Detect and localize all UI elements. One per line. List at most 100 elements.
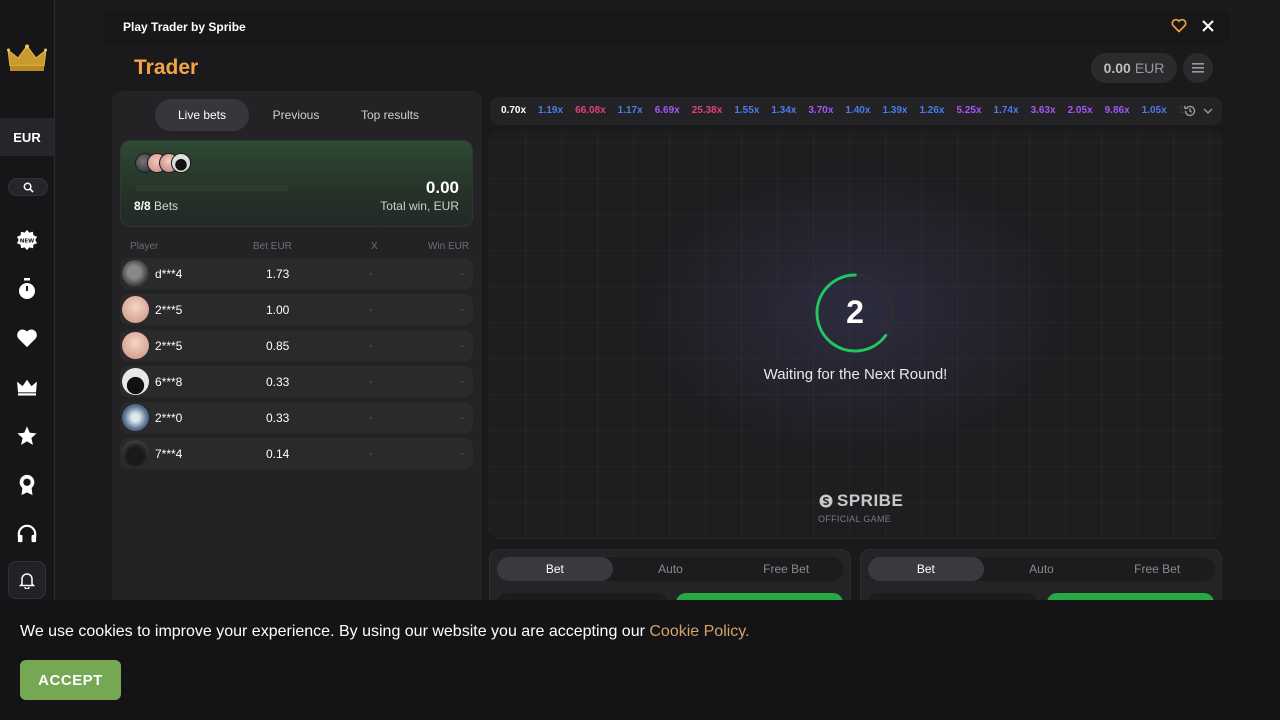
provider-logo: SPRIBE xyxy=(819,491,903,511)
avatar-stack xyxy=(135,153,191,173)
win-amount: - xyxy=(460,266,464,280)
total-win: 0.00 xyxy=(425,178,459,197)
bet-amount: 0.85 xyxy=(266,339,290,353)
search-icon xyxy=(23,182,34,193)
tab-free-bet[interactable]: Free Bet xyxy=(728,557,844,581)
bets-progress-bar xyxy=(135,185,289,191)
countdown-number: 2 xyxy=(846,294,864,330)
player-name: 2***5 xyxy=(155,339,183,353)
sidebar-item-new[interactable]: NEW xyxy=(15,228,39,252)
table-row: 2***5 1.00 - - xyxy=(120,294,473,325)
multiplier-list: 0.70x 1.19x 66.08x 1.17x 6.69x 25.38x 1.55x 1.3… xyxy=(501,105,1216,116)
avatar xyxy=(122,404,149,431)
cookie-policy-link[interactable]: Cookie Policy. xyxy=(649,623,749,640)
bets-table-header: Player Bet EUR X Win EUR xyxy=(120,241,473,253)
tab-bet[interactable]: Bet xyxy=(497,557,613,581)
bet-amount: 0.33 xyxy=(266,375,290,389)
notifications-button[interactable] xyxy=(8,561,46,599)
bet-amount: 1.73 xyxy=(266,267,290,281)
bets-count: 8/8 Bets xyxy=(134,199,178,213)
tab-live-bets[interactable]: Live bets xyxy=(155,99,249,131)
sidebar-item-favorites[interactable] xyxy=(15,326,39,350)
multiplier-chip: 1.74x xyxy=(993,105,1019,116)
col-win: Win EUR xyxy=(428,241,470,252)
multiplier-chip: 9.86x xyxy=(1104,105,1130,116)
history-icon xyxy=(1183,105,1196,117)
multiplier-value: - xyxy=(369,266,373,280)
win-amount: - xyxy=(460,374,464,388)
svg-text:NEW: NEW xyxy=(20,238,34,244)
multiplier-value: - xyxy=(369,302,373,316)
cookie-message: We use cookies to improve your experienc… xyxy=(20,623,645,640)
sidebar-item-support[interactable] xyxy=(15,522,39,546)
multiplier-chip: 5.25x xyxy=(956,105,982,116)
bets-tabs: Live bets Previous Top results xyxy=(155,99,437,131)
tab-free-bet[interactable]: Free Bet xyxy=(1099,557,1215,581)
multiplier-chip: 2.05x xyxy=(1067,105,1093,116)
multiplier-chip: 1.26x xyxy=(919,105,945,116)
chevron-down-icon xyxy=(1203,108,1213,114)
balance-currency: EUR xyxy=(1134,60,1165,76)
col-x: X xyxy=(371,241,378,252)
bet-amount: 0.33 xyxy=(266,411,290,425)
table-row: 2***5 0.85 - - xyxy=(120,330,473,361)
multiplier-value: - xyxy=(369,446,373,460)
multiplier-chip: 3.70x xyxy=(808,105,834,116)
sidebar-item-vip[interactable] xyxy=(15,375,39,399)
new-badge-icon: NEW xyxy=(16,229,38,251)
medal-icon xyxy=(19,474,35,496)
game-area: Trader 0.00 EUR Live bets Previous Top r… xyxy=(103,44,1230,610)
bet-tabs: Bet Auto Free Bet xyxy=(497,557,844,581)
balance-amount: 0.00 xyxy=(1103,60,1131,76)
sidebar-item-recent[interactable] xyxy=(15,277,39,301)
player-name: 6***8 xyxy=(155,375,183,389)
close-button[interactable] xyxy=(1200,18,1216,39)
tab-bet[interactable]: Bet xyxy=(868,557,984,581)
favorite-button[interactable] xyxy=(1171,18,1187,38)
win-amount: - xyxy=(460,302,464,316)
stopwatch-icon xyxy=(19,278,35,299)
bets-count-label: Bets xyxy=(154,199,179,213)
heart-icon xyxy=(17,329,37,348)
tab-previous[interactable]: Previous xyxy=(249,99,343,131)
total-win-label: Total win, EUR xyxy=(380,199,459,213)
currency-selector[interactable]: EUR xyxy=(0,118,54,156)
currency-label: EUR xyxy=(13,129,41,145)
bet-amount: 0.14 xyxy=(266,447,290,461)
history-toggle-button[interactable] xyxy=(1174,97,1222,125)
col-player: Player xyxy=(130,241,159,252)
avatar xyxy=(122,368,149,395)
sidebar-item-tournaments[interactable] xyxy=(15,473,39,497)
search-button[interactable] xyxy=(8,178,48,196)
tab-top-results[interactable]: Top results xyxy=(343,99,437,131)
game-menu-button[interactable] xyxy=(1183,53,1213,83)
avatar xyxy=(122,332,149,359)
multiplier-value: - xyxy=(369,338,373,352)
avatar xyxy=(122,260,149,287)
bets-table: d***4 1.73 - - 2***5 1.00 - - 2***5 0.85… xyxy=(120,258,473,474)
bets-count-value: 8/8 xyxy=(134,199,151,213)
crown-logo-icon[interactable] xyxy=(7,44,47,72)
bell-icon xyxy=(19,573,35,589)
table-row: 2***0 0.33 - - xyxy=(120,402,473,433)
multiplier-chip: 1.05x xyxy=(1141,105,1167,116)
modal-title: Play Trader by Spribe xyxy=(123,20,246,34)
avatar xyxy=(171,153,191,173)
multiplier-chip: 0.70x xyxy=(501,105,527,116)
sidebar: EUR NEW xyxy=(0,0,55,600)
provider-name: SPRIBE xyxy=(837,491,904,510)
multiplier-chip: 66.08x xyxy=(575,105,606,116)
crown-icon xyxy=(17,379,37,396)
multiplier-chip: 3.63x xyxy=(1030,105,1056,116)
accept-button[interactable]: ACCEPT xyxy=(20,660,121,700)
win-amount: - xyxy=(460,338,464,352)
tab-auto[interactable]: Auto xyxy=(613,557,729,581)
game-modal: Play Trader by Spribe Trader 0.00 EUR Li… xyxy=(103,10,1230,610)
sidebar-item-top[interactable] xyxy=(15,424,39,448)
game-brand: Trader xyxy=(134,56,199,79)
spribe-logo-icon xyxy=(819,494,833,508)
multiplier-value: - xyxy=(369,374,373,388)
bet-tabs: Bet Auto Free Bet xyxy=(868,557,1215,581)
tab-auto[interactable]: Auto xyxy=(984,557,1100,581)
multiplier-chip: 1.34x xyxy=(771,105,797,116)
